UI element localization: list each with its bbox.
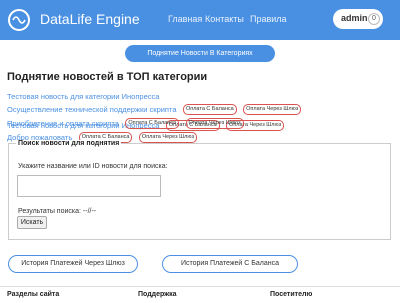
page-title: Поднятие новостей в ТОП категории — [7, 71, 208, 83]
news-link[interactable]: Приобретение и оплата скрипта — [7, 119, 119, 128]
pay-gateway-button[interactable]: Оплата Через Шлюз — [243, 104, 302, 116]
news-link[interactable]: Осуществление технической поддержки скри… — [7, 105, 177, 114]
pay-balance-button[interactable]: Оплата С Баланса — [125, 118, 180, 130]
user-name: admin — [341, 13, 368, 23]
top-header: DataLife Engine Главная Контакты Правила… — [0, 0, 400, 40]
footer-visitor: Посетителю — [270, 291, 313, 298]
news-link[interactable]: Тестовая новость для категории Инопресса — [7, 92, 159, 101]
gateway-payment-history-button[interactable]: История Платежей Через Шлюз — [8, 255, 138, 273]
search-results-label: Результаты поиска: --//-- — [18, 208, 97, 215]
news-row: Тестовая новость для категории Инопресса — [7, 88, 159, 101]
nav-contacts[interactable]: Контакты — [205, 14, 244, 24]
pay-gateway-button[interactable]: Оплата Через Шлюз — [138, 132, 198, 144]
nav-home[interactable]: Главная — [168, 14, 202, 24]
news-row: Приобретение и оплата скрипта Оплата С Б… — [7, 115, 244, 130]
search-label: Укажите название или ID новости для поис… — [18, 163, 168, 170]
footer-divider — [0, 286, 400, 287]
brand-name[interactable]: DataLife Engine — [40, 11, 140, 27]
notification-count-badge: 0 — [368, 13, 380, 25]
user-menu-button[interactable]: admin 0 — [333, 9, 383, 29]
search-panel-legend: Поиск новости для поднятия — [16, 140, 122, 147]
footer-site-sections: Разделы сайта — [7, 291, 60, 298]
boost-news-categories-button[interactable]: Поднятие Новости В Категориях — [125, 45, 275, 62]
news-search-input[interactable] — [17, 175, 161, 197]
footer-support: Поддержка — [138, 291, 177, 298]
pay-gateway-button[interactable]: Оплата Через Шлюз — [185, 118, 244, 130]
pay-balance-button[interactable]: Оплата С Баланса — [182, 104, 237, 116]
balance-payment-history-button[interactable]: История Платежей С Баланса — [162, 255, 298, 273]
nav-rules[interactable]: Правила — [250, 14, 287, 24]
search-button[interactable]: Искать — [17, 216, 47, 229]
logo-icon[interactable] — [8, 9, 30, 31]
news-row: Осуществление технической поддержки скри… — [7, 101, 302, 116]
